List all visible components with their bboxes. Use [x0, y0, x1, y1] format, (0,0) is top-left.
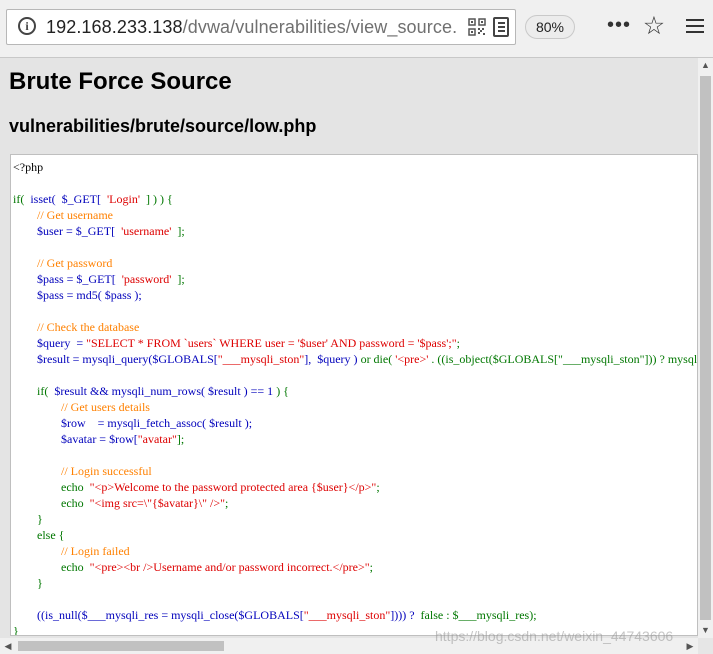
- code-token: $row = mysqli_fetch_assoc( $result );: [61, 416, 253, 430]
- code-token: ;: [369, 560, 373, 574]
- watermark-text: https://blog.csdn.net/weixin_44743606: [435, 628, 674, 644]
- code-token: echo: [61, 496, 87, 510]
- code-comment: // Get username: [37, 208, 113, 222]
- code-comment: // Login successful: [61, 464, 152, 478]
- code-token: "avatar": [137, 432, 177, 446]
- code-token: "___mysqli_ston": [303, 608, 391, 622]
- code-token: $result = mysqli_query($GLOBALS[: [37, 352, 218, 366]
- code-token: if(: [37, 384, 49, 398]
- more-dots-icon[interactable]: •••: [606, 14, 632, 40]
- code-token: ]))) ?: [390, 608, 418, 622]
- reader-view-icon[interactable]: [493, 17, 509, 37]
- code-token: "<p>Welcome to the password protected ar…: [89, 480, 377, 494]
- code-token: 'password': [121, 272, 172, 286]
- scroll-down-arrow-icon[interactable]: ▼: [698, 623, 713, 638]
- reader-line: [498, 30, 505, 32]
- reader-line: [498, 26, 505, 28]
- code-comment: // Get password: [37, 256, 113, 270]
- code-token: 'Login': [107, 192, 140, 206]
- scroll-up-arrow-icon[interactable]: ▲: [698, 58, 713, 73]
- code-token: ];: [176, 432, 185, 446]
- source-code: <?php if( isset( $_GET[ 'Login' ] ) ) { …: [13, 159, 698, 636]
- code-token: ];: [177, 224, 185, 238]
- code-comment: // Check the database: [37, 320, 140, 334]
- url-text[interactable]: 192.168.233.138/dvwa/vulnerabilities/vie…: [46, 17, 457, 38]
- address-bar[interactable]: i 192.168.233.138/dvwa/vulnerabilities/v…: [6, 9, 516, 45]
- code-token: $_GET[: [61, 192, 101, 206]
- code-token: ((is_null($___mysqli_res = mysqli_close(…: [37, 608, 304, 622]
- code-token: "<img src=\"{$avatar}\" />": [89, 496, 226, 510]
- code-token: ;: [376, 480, 380, 494]
- code-token: ) {: [276, 384, 289, 398]
- code-token: }: [13, 624, 19, 636]
- code-token: 'username': [121, 224, 172, 238]
- toolbar-divider: [0, 57, 713, 58]
- browser-toolbar: i 192.168.233.138/dvwa/vulnerabilities/v…: [0, 0, 713, 58]
- code-token: if(: [13, 192, 25, 206]
- code-token: $user = $_GET[: [37, 224, 116, 238]
- url-path: /dvwa/vulnerabilities/view_source.: [182, 17, 458, 37]
- code-token: . ((is_object($GLOBALS["___mysqli_ston"]…: [431, 352, 698, 366]
- menu-bar: [686, 31, 704, 33]
- code-token: $pass = $_GET[: [37, 272, 116, 286]
- menu-bar: [686, 25, 704, 27]
- code-comment: // Get users details: [61, 400, 150, 414]
- code-token: ;: [456, 336, 460, 350]
- scrollbar-corner: [698, 638, 713, 654]
- code-token: echo: [61, 560, 87, 574]
- zoom-level-button[interactable]: 80%: [525, 15, 575, 39]
- code-token: false : $___mysqli_res);: [420, 608, 537, 622]
- code-token: ] ) ) {: [146, 192, 173, 206]
- code-token: isset(: [30, 192, 56, 206]
- code-token: '<pre>': [395, 352, 429, 366]
- vertical-scroll-thumb[interactable]: [700, 76, 711, 620]
- code-token: or die(: [360, 352, 393, 366]
- code-php-open: <?php: [13, 160, 44, 174]
- info-icon[interactable]: i: [18, 17, 36, 35]
- code-token: }: [37, 512, 43, 526]
- hamburger-menu-icon[interactable]: [686, 18, 704, 36]
- code-token: $pass = md5( $pass );: [37, 288, 142, 302]
- code-token: ], $query ): [304, 352, 361, 366]
- page-title: Brute Force Source: [9, 68, 232, 95]
- qr-code-icon[interactable]: [468, 18, 486, 36]
- scroll-left-arrow-icon[interactable]: ◀: [0, 638, 16, 654]
- code-token: echo: [61, 480, 87, 494]
- source-file-path: vulnerabilities/brute/source/low.php: [9, 116, 317, 136]
- code-token: "SELECT * FROM `users` WHERE user = '$us…: [86, 336, 457, 350]
- star-icon[interactable]: ☆: [640, 12, 668, 42]
- code-token: else {: [37, 528, 65, 542]
- url-host: 192.168.233.138: [46, 17, 183, 37]
- menu-bar: [686, 19, 704, 21]
- reader-line: [498, 22, 505, 24]
- source-code-box: <?php if( isset( $_GET[ 'Login' ] ) ) { …: [10, 154, 698, 636]
- code-token: "<pre><br />Username and/or password inc…: [89, 560, 370, 574]
- code-token: ;: [225, 496, 229, 510]
- code-comment: // Login failed: [61, 544, 130, 558]
- code-token: $avatar = $row[: [61, 432, 138, 446]
- code-token: $query =: [37, 336, 87, 350]
- code-token: ];: [177, 272, 185, 286]
- code-token: $result && mysqli_num_rows( $result ) ==…: [54, 384, 277, 398]
- vertical-scrollbar[interactable]: ▲ ▼: [698, 58, 713, 638]
- code-token: "___mysqli_ston": [217, 352, 305, 366]
- horizontal-scroll-thumb[interactable]: [18, 641, 224, 651]
- scroll-right-arrow-icon[interactable]: ▶: [682, 638, 698, 654]
- code-token: }: [37, 576, 43, 590]
